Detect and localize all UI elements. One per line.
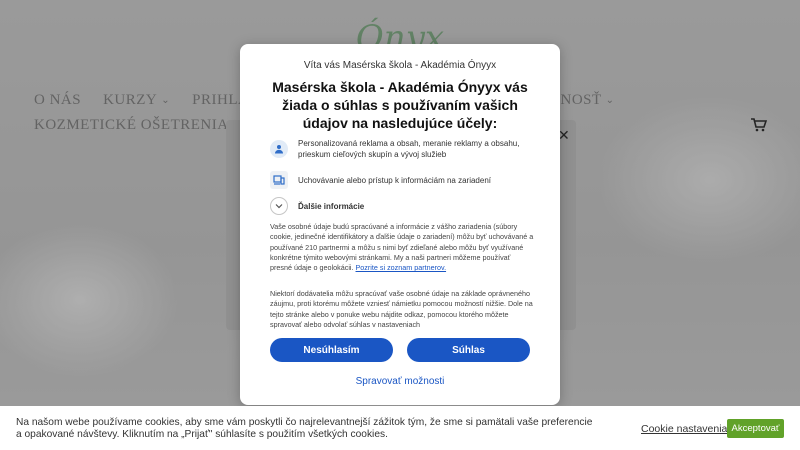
more-info-toggle[interactable]: Ďalšie informácie <box>270 197 536 215</box>
consent-button[interactable]: Súhlas <box>407 338 530 362</box>
cookie-banner-text: Na našom webe používame cookies, aby sme… <box>16 417 593 440</box>
cookie-settings-link[interactable]: Cookie nastavenia <box>641 423 727 435</box>
chevron-down-icon <box>270 197 288 215</box>
consent-dialog: Víta vás Masérska škola - Akadémia Ónyyx… <box>240 44 560 405</box>
more-info-label: Ďalšie informácie <box>298 201 365 211</box>
purpose-device-storage: Uchovávanie alebo prístup k informáciám … <box>270 171 536 189</box>
devices-icon <box>270 171 288 189</box>
purpose-text: Uchovávanie alebo prístup k informáciám … <box>298 175 491 185</box>
purpose-text: Personalizovaná reklama a obsah, meranie… <box>298 139 520 159</box>
consent-welcome: Víta vás Masérska škola - Akadémia Ónyyx <box>303 60 497 71</box>
purpose-personalized-ads: Personalizovaná reklama a obsah, meranie… <box>270 138 536 160</box>
cookie-accept-button[interactable]: Akceptovať <box>727 419 784 438</box>
legitimate-interest-text: Niektorí dodávatelia môžu spracúvať vaše… <box>270 289 533 329</box>
consent-heading: Masérska škola - Akadémia Ónyyx vás žiad… <box>272 79 528 131</box>
partners-link[interactable]: Pozrite si zoznam partnerov. <box>356 263 447 272</box>
cookie-banner: Na našom webe používame cookies, aby sme… <box>0 406 800 450</box>
decline-button[interactable]: Nesúhlasím <box>270 338 393 362</box>
person-icon <box>270 140 288 158</box>
consent-description: Vaše osobné údaje budú spracúvané a info… <box>270 222 534 273</box>
manage-options-link[interactable]: Spravovať možnosti <box>240 376 560 387</box>
